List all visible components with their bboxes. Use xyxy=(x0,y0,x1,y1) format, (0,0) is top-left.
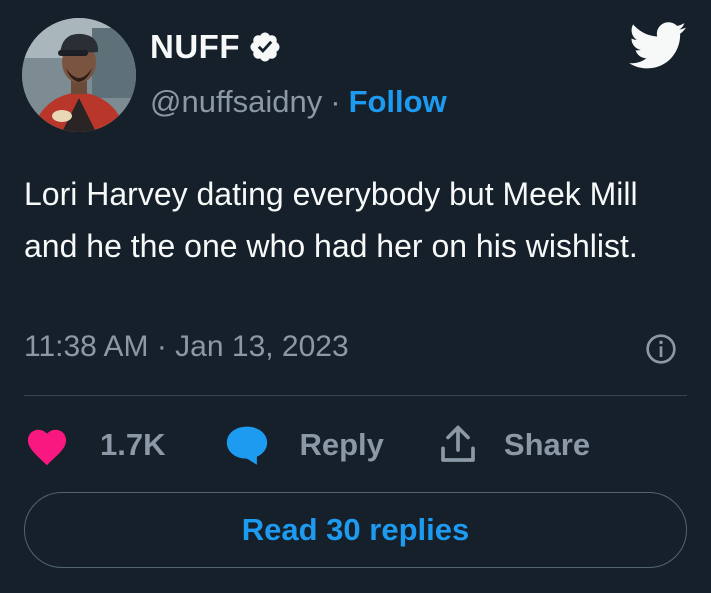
tweet-timestamp[interactable]: 11:38 AM · Jan 13, 2023 xyxy=(24,330,349,364)
read-replies-button[interactable]: Read 30 replies xyxy=(24,492,687,568)
author-name-row: NUFF xyxy=(150,28,282,66)
author-handle[interactable]: @nuffsaidny xyxy=(150,84,322,120)
action-bar: 1.7K Reply Share xyxy=(24,420,590,470)
avatar[interactable] xyxy=(22,18,136,132)
follow-button[interactable]: Follow xyxy=(349,84,447,120)
share-upload-icon xyxy=(441,425,475,462)
tweet-card: NUFF @nuffsaidny · Follow Lori Harvey da… xyxy=(0,0,711,593)
author-handle-row: @nuffsaidny · Follow xyxy=(150,84,447,120)
share-label: Share xyxy=(503,427,591,462)
like-button[interactable]: 1.7K xyxy=(24,424,165,466)
avatar-image xyxy=(22,18,136,132)
twitter-bird-icon[interactable] xyxy=(629,22,687,70)
tweet-text: Lori Harvey dating everybody but Meek Mi… xyxy=(24,176,638,264)
info-icon[interactable] xyxy=(645,333,677,365)
display-name[interactable]: NUFF xyxy=(150,28,240,66)
tweet-timestamp-row: 11:38 AM · Jan 13, 2023 xyxy=(24,330,349,364)
reply-label: Reply xyxy=(299,427,384,462)
verified-badge-icon xyxy=(250,32,280,62)
speech-bubble-icon xyxy=(227,426,268,465)
separator-dot: · xyxy=(330,84,341,119)
like-count: 1.7K xyxy=(100,427,166,462)
heart-icon xyxy=(27,429,67,466)
divider xyxy=(24,395,687,396)
reply-button[interactable]: Reply xyxy=(223,423,384,467)
share-button[interactable]: Share xyxy=(438,423,590,467)
